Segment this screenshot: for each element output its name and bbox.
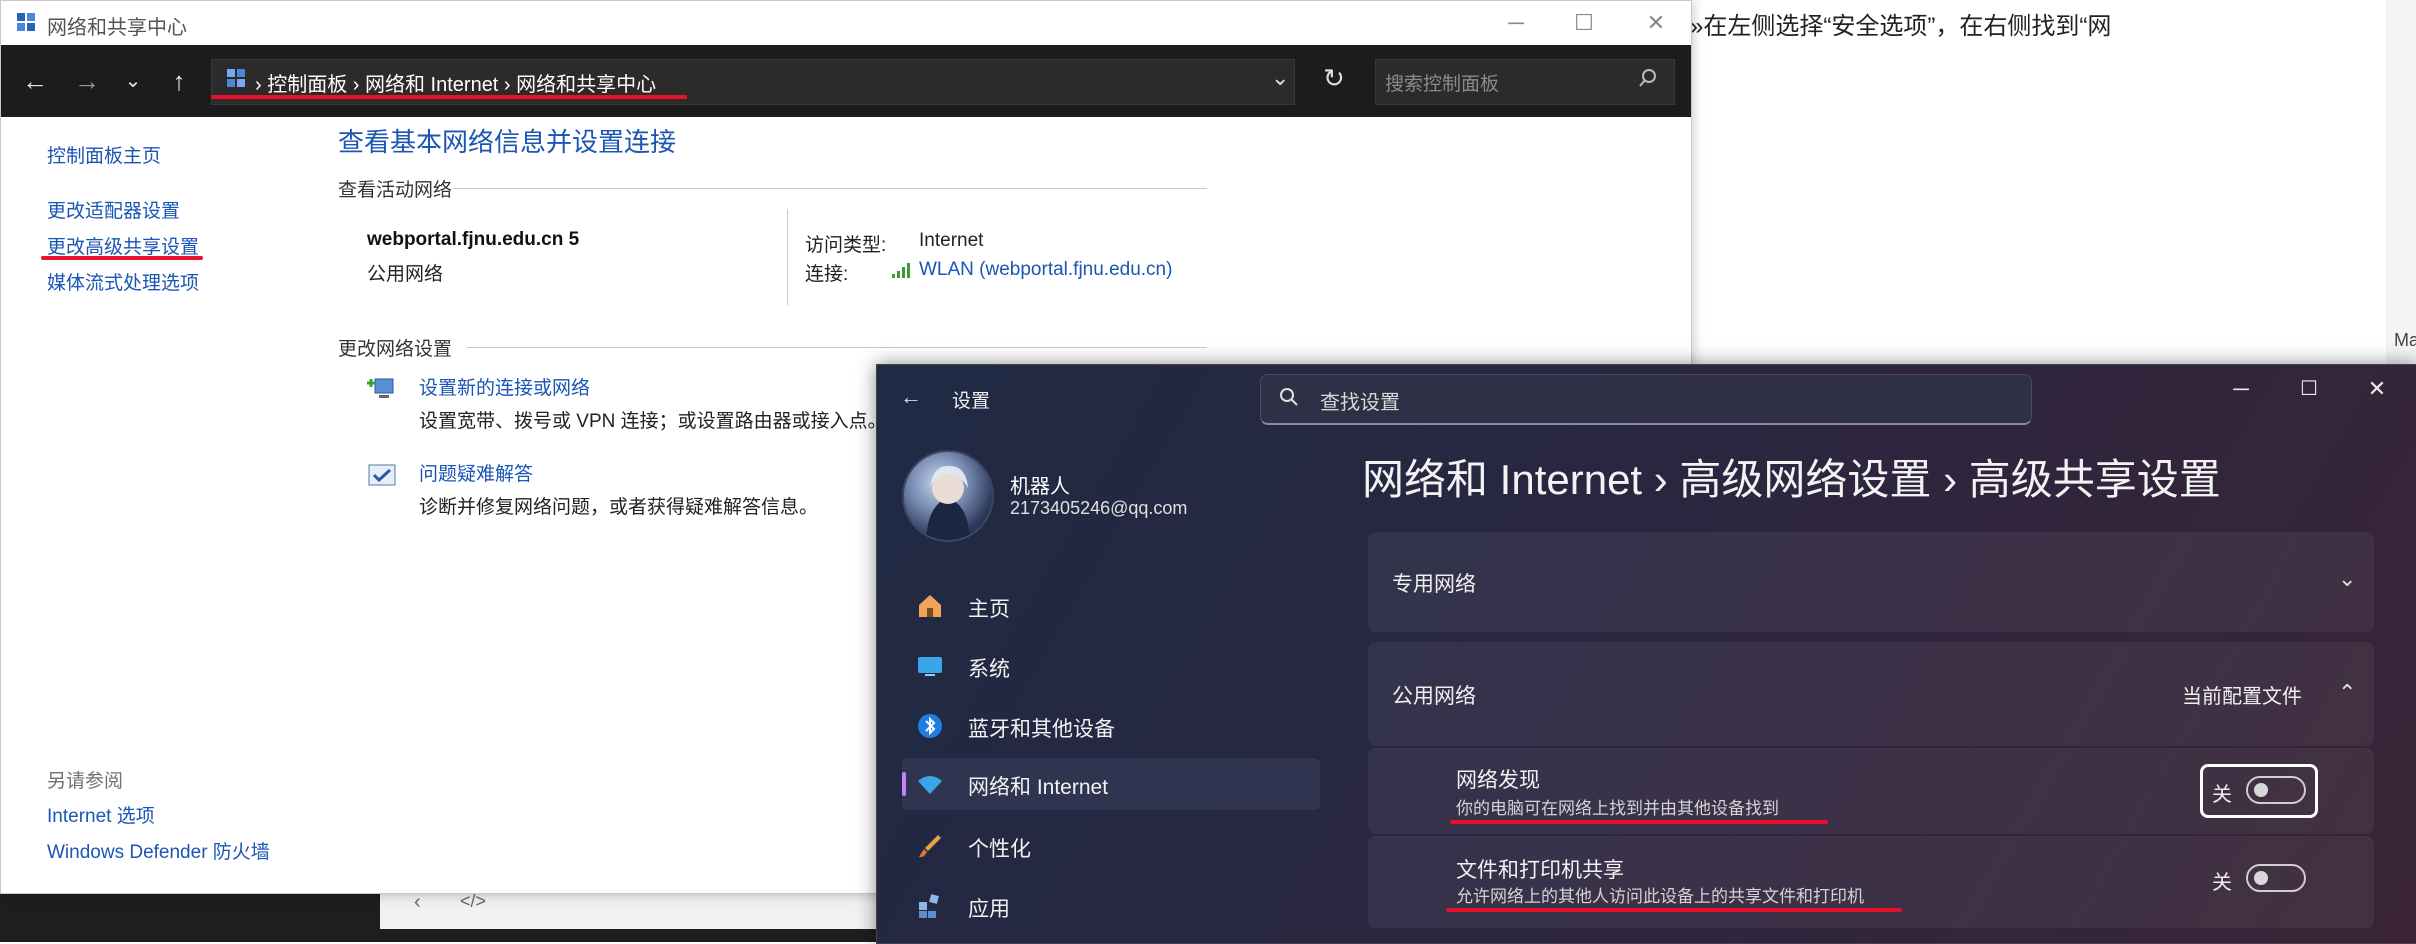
signal-bars-icon xyxy=(892,263,910,278)
active-indicator xyxy=(902,772,906,796)
settings-search-placeholder: 查找设置 xyxy=(1320,392,1400,414)
nav-item-bluetooth[interactable]: 蓝牙和其他设备 xyxy=(902,700,1320,752)
avatar-image xyxy=(926,465,970,540)
cp-home-link[interactable]: 控制面板主页 xyxy=(47,141,161,168)
minimize-button[interactable]: ─ xyxy=(2214,372,2268,406)
system-icon xyxy=(918,657,942,676)
nav-item-home[interactable]: 主页 xyxy=(902,580,1320,632)
toggle-knob xyxy=(2254,871,2268,885)
back-arrow-icon[interactable]: ← xyxy=(15,61,55,101)
annotation-underline xyxy=(41,256,203,260)
nav-label: 应用 xyxy=(968,898,1010,921)
nav-label: 系统 xyxy=(968,658,1010,681)
setup-connection-link[interactable]: 设置新的连接或网络 xyxy=(419,373,590,400)
advanced-sharing-link[interactable]: 更改高级共享设置 xyxy=(47,232,199,259)
settings-title: 设置 xyxy=(952,391,991,412)
chevron-up-icon[interactable]: ⌃ xyxy=(2338,680,2356,706)
bluetooth-icon xyxy=(918,714,942,738)
connection-label: 连接: xyxy=(805,264,849,285)
user-name: 机器人 xyxy=(1010,476,1070,498)
network-discovery-toggle[interactable] xyxy=(2246,776,2306,804)
nav-label: 个性化 xyxy=(968,838,1031,861)
cp-search-placeholder: 搜索控制面板 xyxy=(1385,74,1500,95)
apps-icon xyxy=(919,894,939,918)
maximize-button[interactable]: ☐ xyxy=(2282,372,2336,406)
toggle-knob xyxy=(2254,783,2268,797)
avatar[interactable] xyxy=(902,450,994,542)
troubleshoot-icon xyxy=(368,464,396,486)
internet-options-link[interactable]: Internet 选项 xyxy=(47,801,155,828)
chevron-left-icon[interactable]: ‹ xyxy=(414,891,421,914)
network-center-icon xyxy=(227,69,245,87)
network-name: webportal.fjnu.edu.cn 5 xyxy=(367,229,580,250)
firewall-link[interactable]: Windows Defender 防火墙 xyxy=(47,837,270,864)
minimize-button[interactable]: ─ xyxy=(1487,7,1545,39)
change-adapter-link[interactable]: 更改适配器设置 xyxy=(47,196,180,223)
troubleshoot-link[interactable]: 问题疑难解答 xyxy=(419,459,533,486)
wlan-connection-link[interactable]: WLAN (webportal.fjnu.edu.cn) xyxy=(919,259,1172,281)
network-discovery-desc: 你的电脑可在网络上找到并由其他设备找到 xyxy=(1456,799,1779,818)
private-network-card[interactable]: 专用网络 ⌄ xyxy=(1368,532,2374,632)
close-button[interactable]: ✕ xyxy=(2350,372,2404,406)
chevron-down-icon[interactable]: ⌄ xyxy=(2338,566,2356,592)
background-doc-text: »在左侧选择“安全选项”，在右侧找到“网 xyxy=(1690,13,2112,40)
home-icon xyxy=(919,595,941,617)
maximize-button[interactable]: ☐ xyxy=(1555,7,1613,39)
chevron-down-icon[interactable]: ⌄ xyxy=(1271,65,1289,91)
current-profile-label: 当前配置文件 xyxy=(2182,686,2302,708)
nav-label: 网络和 Internet xyxy=(968,776,1109,799)
address-breadcrumb[interactable]: › 控制面板 › 网络和 Internet › 网络和共享中心 xyxy=(255,68,656,97)
nav-item-system[interactable]: 系统 xyxy=(902,640,1320,692)
cp-window-title: 网络和共享中心 xyxy=(47,17,187,39)
media-streaming-link[interactable]: 媒体流式处理选项 xyxy=(47,268,199,295)
brush-icon xyxy=(919,835,941,858)
file-sharing-toggle[interactable] xyxy=(2246,864,2306,892)
nav-label: 主页 xyxy=(968,598,1010,621)
private-network-title: 专用网络 xyxy=(1392,573,1476,596)
nav-item-network[interactable]: 网络和 Internet xyxy=(902,758,1320,810)
refresh-icon[interactable]: ↻ xyxy=(1323,63,1345,94)
network-center-icon xyxy=(17,13,35,31)
background-side-text: Ma xyxy=(2394,330,2416,350)
access-type-value: Internet xyxy=(919,230,984,251)
search-icon xyxy=(1280,388,1298,406)
user-email: 2173405246@qq.com xyxy=(1010,498,1188,518)
nav-item-apps[interactable]: 应用 xyxy=(902,880,1320,932)
vertical-divider xyxy=(787,209,788,305)
troubleshoot-desc: 诊断并修复网络问题，或者获得疑难解答信息。 xyxy=(419,497,819,518)
nav-label: 蓝牙和其他设备 xyxy=(968,718,1115,741)
network-discovery-state: 关 xyxy=(2212,784,2232,806)
see-also-label: 另请参阅 xyxy=(47,771,124,792)
file-sharing-title: 文件和打印机共享 xyxy=(1456,859,1624,882)
code-icon[interactable]: </> xyxy=(460,891,486,912)
recent-dropdown-icon[interactable]: ⌄ xyxy=(113,61,153,101)
setup-connection-desc: 设置宽带、拨号或 VPN 连接；或设置路由器或接入点。 xyxy=(419,411,887,432)
annotation-underline xyxy=(1450,820,1828,824)
public-network-title: 公用网络 xyxy=(1392,685,1476,708)
annotation-underline xyxy=(211,95,687,99)
file-sharing-desc: 允许网络上的其他人访问此设备上的共享文件和打印机 xyxy=(1456,887,1864,906)
wifi-icon xyxy=(918,776,942,794)
section-divider xyxy=(467,347,1207,348)
network-type: 公用网络 xyxy=(367,264,444,285)
search-icon[interactable] xyxy=(1637,67,1659,89)
nav-item-personalization[interactable]: 个性化 xyxy=(902,820,1320,872)
public-network-card[interactable]: 公用网络 当前配置文件 ⌃ xyxy=(1368,642,2374,746)
close-button[interactable]: ✕ xyxy=(1627,7,1685,39)
active-networks-label: 查看活动网络 xyxy=(338,180,453,201)
change-network-settings-label: 更改网络设置 xyxy=(338,339,453,360)
file-sharing-state: 关 xyxy=(2212,872,2232,894)
cp-titlebar: 网络和共享中心 ─ ☐ ✕ xyxy=(1,1,1691,45)
annotation-underline xyxy=(1446,908,1902,912)
forward-arrow-icon[interactable]: → xyxy=(67,61,107,101)
network-discovery-title: 网络发现 xyxy=(1456,769,1540,792)
section-divider xyxy=(453,188,1207,189)
up-arrow-icon[interactable]: ↑ xyxy=(159,61,199,101)
back-arrow-icon[interactable]: ← xyxy=(900,384,922,410)
settings-breadcrumb: 网络和 Internet › 高级网络设置 › 高级共享设置 xyxy=(1362,456,2221,503)
new-connection-icon xyxy=(367,378,394,398)
page-title: 查看基本网络信息并设置连接 xyxy=(338,127,677,157)
access-type-label: 访问类型: xyxy=(805,235,887,256)
